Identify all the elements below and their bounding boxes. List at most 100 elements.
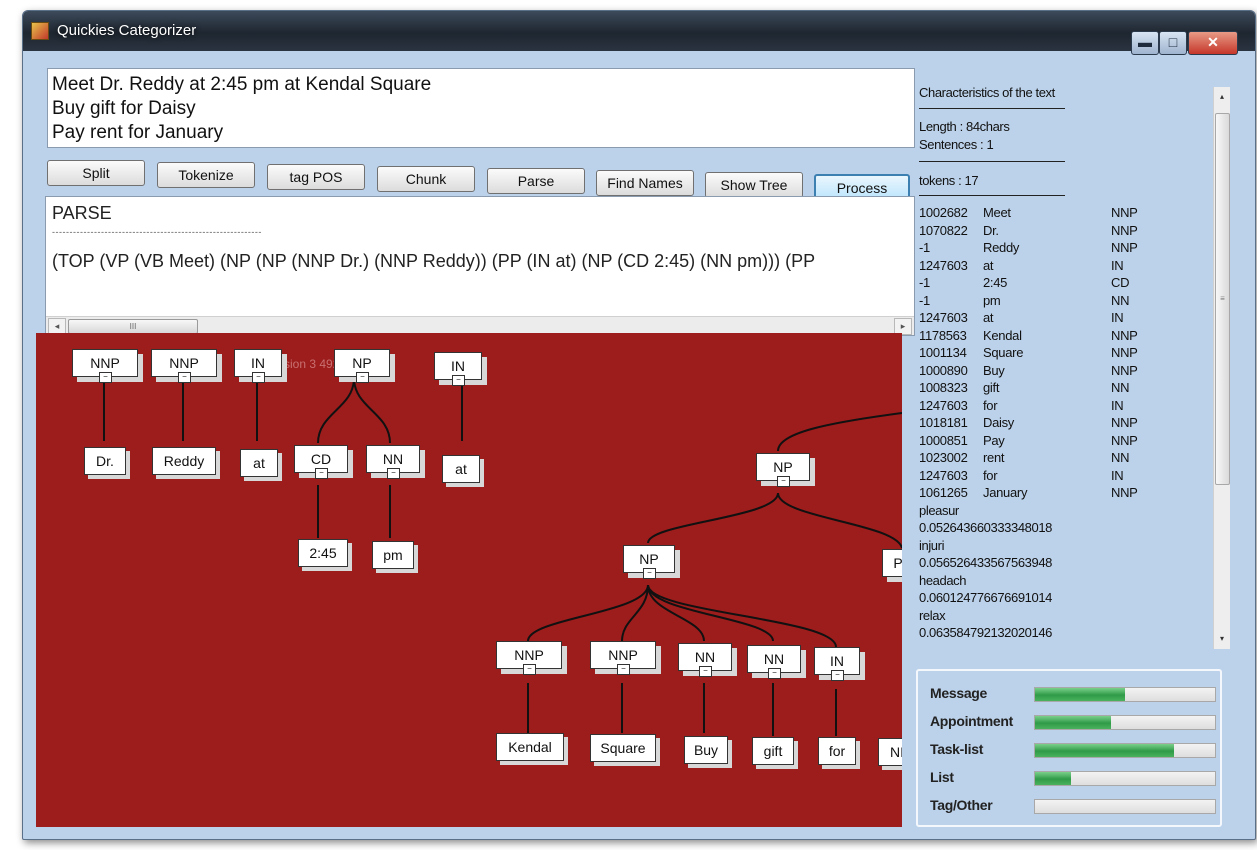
token-tag: NN — [1111, 380, 1130, 395]
tree-node[interactable]: IN − — [434, 352, 482, 386]
maximize-button[interactable]: □ — [1159, 31, 1187, 55]
collapse-toggle-icon[interactable]: − — [768, 668, 781, 679]
token-word: Pay — [983, 432, 1005, 448]
collapse-toggle-icon[interactable]: − — [643, 568, 656, 579]
tree-leaf[interactable]: for — [818, 737, 856, 765]
token-tag: NNP — [1111, 345, 1138, 360]
tokenize-button[interactable]: Tokenize — [157, 162, 255, 188]
tree-leaf[interactable]: Reddy — [152, 447, 216, 475]
tree-node[interactable]: NNP − — [72, 349, 138, 383]
tree-node[interactable]: NP − — [756, 453, 810, 487]
token-id: 1000890 — [919, 362, 968, 378]
tree-leaf[interactable]: Dr. — [84, 447, 126, 475]
tree-node[interactable]: NN − — [366, 445, 420, 479]
separator — [919, 108, 1065, 109]
tree-leaf[interactable]: Buy — [684, 736, 728, 764]
input-text-area[interactable]: Meet Dr. Reddy at 2:45 pm at Kendal Squa… — [47, 68, 915, 148]
collapse-toggle-icon[interactable]: − — [356, 372, 369, 383]
tree-leaf[interactable]: gift — [752, 737, 794, 765]
tree-node[interactable]: NP − — [334, 349, 390, 383]
collapse-toggle-icon[interactable]: − — [777, 476, 790, 487]
tree-leaf[interactable]: 2:45 — [298, 539, 348, 567]
output-text-area[interactable]: PARSE ----------------------------------… — [45, 196, 915, 336]
tree-node[interactable]: NN − — [747, 645, 801, 679]
tree-node[interactable]: P — [882, 549, 902, 577]
tree-node[interactable]: IN − — [234, 349, 282, 383]
token-tag: NNP — [1111, 205, 1138, 220]
token-tag: NN — [1111, 450, 1130, 465]
token-word: Meet — [983, 205, 1011, 220]
tree-node[interactable]: NN − — [678, 643, 732, 677]
category-progress-bar — [1034, 715, 1216, 730]
find-names-button[interactable]: Find Names — [596, 170, 694, 196]
minimize-button[interactable]: ▬ — [1131, 31, 1159, 55]
node-label: NNP — [514, 647, 544, 663]
collapse-toggle-icon[interactable]: − — [387, 468, 400, 479]
category-progress-bar — [1034, 687, 1216, 702]
collapse-toggle-icon[interactable]: − — [252, 372, 265, 383]
tokens-stat: tokens : 17 — [919, 173, 979, 188]
token-word: at — [983, 310, 994, 325]
parse-button[interactable]: Parse — [487, 168, 585, 194]
token-tag: NNP — [1111, 327, 1138, 343]
collapse-toggle-icon[interactable]: − — [178, 372, 191, 383]
score-value: 0.056526433567563948 — [919, 555, 1052, 570]
vertical-scrollbar[interactable]: ▴ ≡ ▾ — [1213, 87, 1230, 649]
token-word: 2:45 — [983, 275, 1008, 290]
collapse-toggle-icon[interactable]: − — [523, 664, 536, 675]
tree-node[interactable]: NNP − — [496, 641, 562, 675]
chunk-button[interactable]: Chunk — [377, 166, 475, 192]
category-label: Appointment — [930, 713, 1014, 729]
tag-pos-button[interactable]: tag POS — [267, 164, 365, 190]
node-label: NN — [694, 649, 716, 665]
node-label: NNP — [608, 647, 638, 663]
tree-node[interactable]: NNP − — [151, 349, 217, 383]
tree-leaf[interactable]: Kendal — [496, 733, 564, 761]
node-label: NNP — [169, 355, 199, 371]
tree-node[interactable]: CD − — [294, 445, 348, 479]
token-word: January — [983, 485, 1028, 500]
tree-leaf[interactable]: at — [442, 455, 480, 483]
collapse-toggle-icon[interactable]: − — [831, 670, 844, 681]
scroll-down-arrow-icon[interactable]: ▾ — [1214, 631, 1230, 647]
collapse-toggle-icon[interactable]: − — [699, 666, 712, 677]
output-divider: ----------------------------------------… — [52, 227, 262, 237]
close-button[interactable]: ✕ — [1188, 31, 1238, 55]
collapse-toggle-icon[interactable]: − — [99, 372, 112, 383]
length-stat: Length : 84chars — [919, 119, 1010, 134]
tree-leaf[interactable]: pm — [372, 541, 414, 569]
title-bar[interactable]: Quickies Categorizer — [23, 11, 1255, 51]
scroll-up-arrow-icon[interactable]: ▴ — [1214, 89, 1230, 105]
token-tag: NNP — [1111, 240, 1138, 255]
collapse-toggle-icon[interactable]: − — [452, 375, 465, 386]
token-word: pm — [983, 292, 1001, 308]
token-word: Daisy — [983, 415, 1015, 430]
token-word: for — [983, 397, 998, 413]
category-label: Message — [930, 685, 988, 701]
token-id: 1247603 — [919, 257, 968, 273]
scroll-thumb[interactable]: ≡ — [1215, 113, 1230, 485]
parse-output: (TOP (VP (VB Meet) (NP (NP (NNP Dr.) (NN… — [52, 251, 816, 271]
tree-node[interactable]: NNP − — [590, 641, 656, 675]
show-tree-button[interactable]: Show Tree — [705, 172, 803, 198]
tree-leaf[interactable]: NI — [878, 738, 902, 766]
parse-tree-view[interactable]: sion 3 492] NNP − NNP − IN − NP − IN − CD − NN… — [36, 333, 902, 827]
tree-node[interactable]: NP − — [623, 545, 675, 579]
split-button[interactable]: Split — [47, 160, 145, 186]
characteristics-panel[interactable]: Characteristics of the text Length : 84c… — [919, 79, 1227, 653]
score-value: 0.063584792132020146 — [919, 625, 1052, 640]
collapse-toggle-icon[interactable]: − — [617, 664, 630, 675]
score-value: 0.060124776676691014 — [919, 590, 1052, 605]
scroll-thumb[interactable]: III — [68, 319, 198, 334]
token-id: 1247603 — [919, 397, 968, 413]
token-word: Dr. — [983, 222, 999, 238]
tree-leaf[interactable]: Square — [590, 734, 656, 762]
token-word: Reddy — [983, 240, 1020, 255]
tree-node[interactable]: IN − — [814, 647, 860, 681]
input-line: Buy gift for Daisy — [52, 98, 196, 119]
token-word: at — [983, 257, 994, 273]
characteristics-heading: Characteristics of the text — [919, 85, 1055, 100]
category-label: Tag/Other — [930, 797, 993, 813]
tree-leaf[interactable]: at — [240, 449, 278, 477]
collapse-toggle-icon[interactable]: − — [315, 468, 328, 479]
